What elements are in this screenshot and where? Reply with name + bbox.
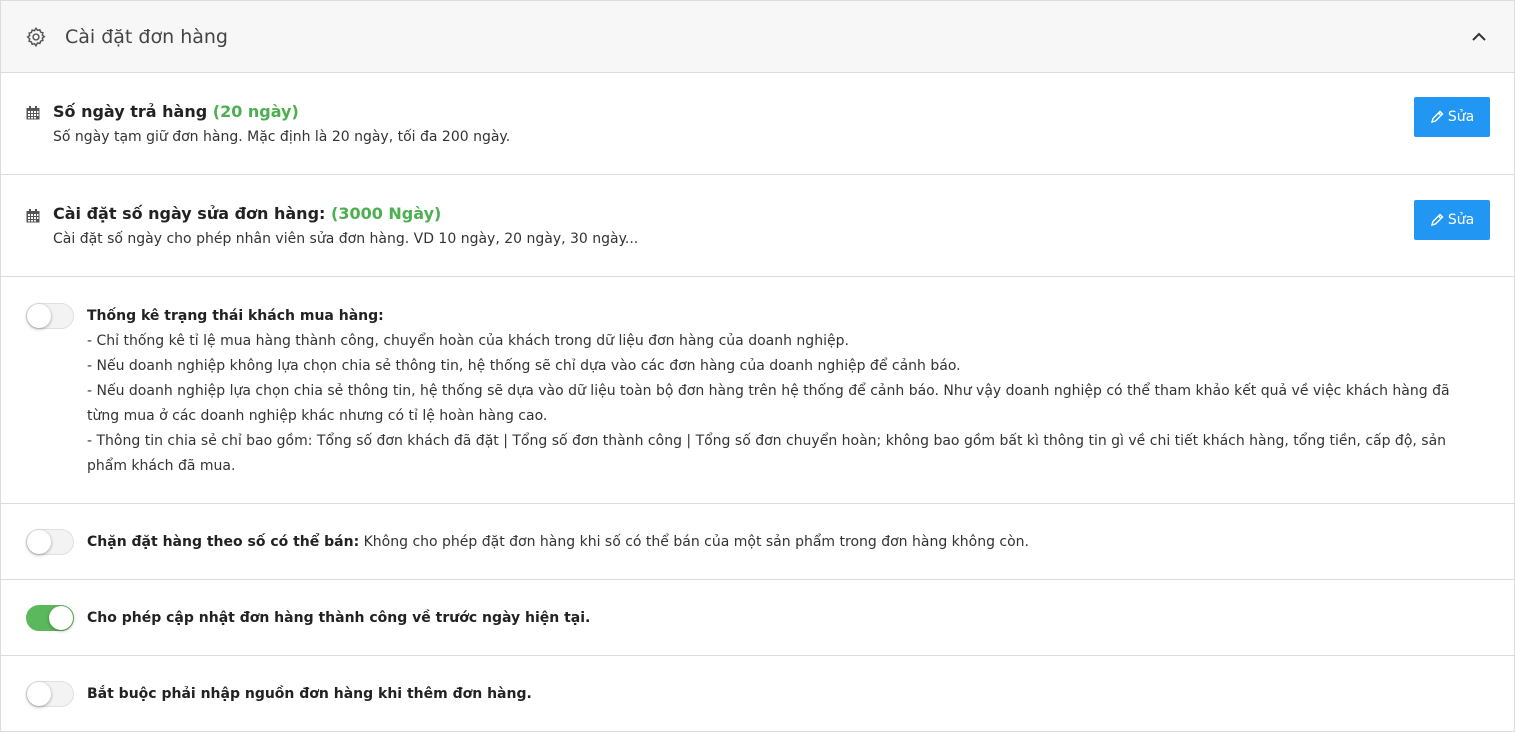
require-source-text: Bắt buộc phải nhập nguồn đơn hàng khi th… bbox=[87, 682, 1486, 707]
panel-title: Cài đặt đơn hàng bbox=[65, 25, 228, 48]
allow-update-title: Cho phép cập nhật đơn hàng thành công về… bbox=[87, 610, 591, 626]
customer-stats-text: Thống kê trạng thái khách mua hàng: - Ch… bbox=[87, 304, 1486, 479]
require-source-toggle[interactable] bbox=[26, 681, 74, 707]
calendar-icon bbox=[26, 105, 40, 120]
block-order-toggle[interactable] bbox=[26, 529, 74, 555]
block-order-description: Không cho phép đặt đơn hàng khi số có th… bbox=[359, 534, 1030, 550]
block-order-row: Chặn đặt hàng theo số có thể bán: Không … bbox=[1, 504, 1514, 580]
customer-stats-toggle[interactable] bbox=[26, 303, 74, 329]
require-source-title: Bắt buộc phải nhập nguồn đơn hàng khi th… bbox=[87, 686, 532, 702]
customer-stats-title: Thống kê trạng thái khách mua hàng: bbox=[87, 308, 384, 324]
edit-edit-days-button[interactable]: Sửa bbox=[1414, 200, 1490, 240]
customer-stats-line: - Nếu doanh nghiệp lựa chọn chia sẻ thôn… bbox=[87, 383, 1450, 424]
return-days-title: Số ngày trả hàng (20 ngày) bbox=[53, 102, 299, 121]
customer-stats-line: - Thông tin chia sẻ chỉ bao gồm: Tổng số… bbox=[87, 433, 1447, 474]
edit-days-row: Cài đặt số ngày sửa đơn hàng: (3000 Ngày… bbox=[1, 175, 1514, 277]
customer-stats-line: - Chỉ thống kê tỉ lệ mua hàng thành công… bbox=[87, 333, 849, 349]
customer-stats-row: Thống kê trạng thái khách mua hàng: - Ch… bbox=[1, 277, 1514, 504]
panel-header[interactable]: Cài đặt đơn hàng bbox=[1, 1, 1514, 73]
return-days-row: Số ngày trả hàng (20 ngày) Số ngày tạm g… bbox=[1, 73, 1514, 175]
return-days-description: Số ngày tạm giữ đơn hàng. Mặc định là 20… bbox=[53, 129, 511, 145]
pencil-icon bbox=[1430, 110, 1444, 124]
edit-return-days-button[interactable]: Sửa bbox=[1414, 97, 1490, 137]
toggle-knob bbox=[27, 682, 51, 706]
order-settings-panel: Cài đặt đơn hàng Số ngày trả hàng (20 ng… bbox=[0, 0, 1515, 732]
block-order-text: Chặn đặt hàng theo số có thể bán: Không … bbox=[87, 530, 1486, 555]
toggle-knob bbox=[49, 606, 73, 630]
edit-days-value: (3000 Ngày) bbox=[331, 204, 442, 223]
toggle-knob bbox=[27, 530, 51, 554]
allow-update-text: Cho phép cập nhật đơn hàng thành công về… bbox=[87, 606, 1486, 631]
gear-icon bbox=[25, 26, 47, 48]
require-source-row: Bắt buộc phải nhập nguồn đơn hàng khi th… bbox=[1, 656, 1514, 732]
calendar-icon bbox=[26, 208, 40, 223]
allow-update-toggle[interactable] bbox=[26, 605, 74, 631]
customer-stats-line: - Nếu doanh nghiệp không lựa chọn chia s… bbox=[87, 358, 961, 374]
return-days-value: (20 ngày) bbox=[212, 102, 299, 121]
toggle-knob bbox=[27, 304, 51, 328]
block-order-title: Chặn đặt hàng theo số có thể bán: bbox=[87, 534, 360, 550]
pencil-icon bbox=[1430, 213, 1444, 227]
edit-days-description: Cài đặt số ngày cho phép nhân viên sửa đ… bbox=[53, 231, 639, 247]
edit-days-title: Cài đặt số ngày sửa đơn hàng: (3000 Ngày… bbox=[53, 204, 442, 223]
chevron-up-icon[interactable] bbox=[1470, 28, 1488, 46]
allow-update-row: Cho phép cập nhật đơn hàng thành công về… bbox=[1, 580, 1514, 656]
